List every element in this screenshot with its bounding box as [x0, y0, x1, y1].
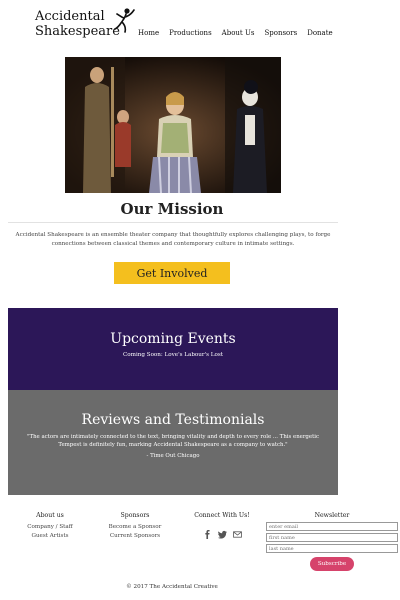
nav-donate[interactable]: Donate [307, 29, 332, 37]
get-involved-button[interactable]: Get Involved [114, 262, 230, 284]
nav-home[interactable]: Home [138, 29, 159, 37]
events-subtitle: Coming Soon: Love's Labour's Lost [123, 352, 223, 358]
nav-about-us[interactable]: About Us [222, 29, 255, 37]
footer-sponsors-title: Sponsors [120, 512, 150, 519]
logo-text-line1: Accidental [35, 9, 105, 24]
site-header: Accidental Shakespeare Home Productions … [0, 0, 400, 52]
footer-about-title: About us [36, 512, 64, 519]
nav-sponsors[interactable]: Sponsors [264, 29, 297, 37]
facebook-icon[interactable] [203, 524, 212, 539]
divider [8, 222, 338, 223]
footer-connect-column: Connect With Us! [184, 512, 260, 539]
mission-title: Our Mission [120, 200, 224, 218]
review-quote: "The actors are intimately connected to … [27, 434, 319, 448]
nav-productions[interactable]: Productions [169, 29, 212, 37]
email-icon[interactable] [232, 524, 242, 538]
upcoming-events-section: Upcoming Events Coming Soon: Love's Labo… [8, 308, 338, 390]
footer-newsletter-title: Newsletter [314, 512, 350, 519]
footer-sponsors-column: Sponsors Become a Sponsor Current Sponso… [100, 512, 170, 542]
social-links [184, 524, 260, 539]
main-nav: Home Productions About Us Sponsors Donat… [138, 29, 333, 37]
logo-text-line2: Shakespeare [35, 24, 120, 39]
footer-link-current-sponsors[interactable]: Current Sponsors [100, 533, 170, 539]
copyright-text: © 2017 The Accidental Creative [126, 584, 218, 590]
events-title: Upcoming Events [110, 331, 236, 347]
footer-link-become-sponsor[interactable]: Become a Sponsor [100, 524, 170, 530]
stage-scene-image [65, 57, 281, 193]
footer-connect-title: Connect With Us! [194, 512, 250, 519]
hero-production-photo [65, 57, 281, 193]
mission-text: Accidental Shakespeare is an ensemble th… [15, 232, 331, 247]
dancer-logo-icon [114, 8, 135, 33]
review-source: - Time Out Chicago [146, 453, 200, 459]
twitter-icon[interactable] [217, 524, 227, 539]
footer-link-guest-artists[interactable]: Guest Artists [20, 533, 80, 539]
newsletter-first-name-input[interactable] [266, 533, 398, 542]
site-logo[interactable]: Accidental Shakespeare [35, 8, 135, 44]
newsletter-email-input[interactable] [266, 522, 398, 531]
reviews-title: Reviews and Testimonials [81, 412, 265, 428]
newsletter-last-name-input[interactable] [266, 544, 398, 553]
footer-link-company-staff[interactable]: Company / Staff [20, 524, 80, 530]
reviews-section: Reviews and Testimonials "The actors are… [8, 390, 338, 495]
subscribe-button[interactable]: Subscribe [310, 557, 354, 571]
footer-newsletter-column: Newsletter Subscribe [266, 512, 398, 571]
footer-about-column: About us Company / Staff Guest Artists [20, 512, 80, 542]
